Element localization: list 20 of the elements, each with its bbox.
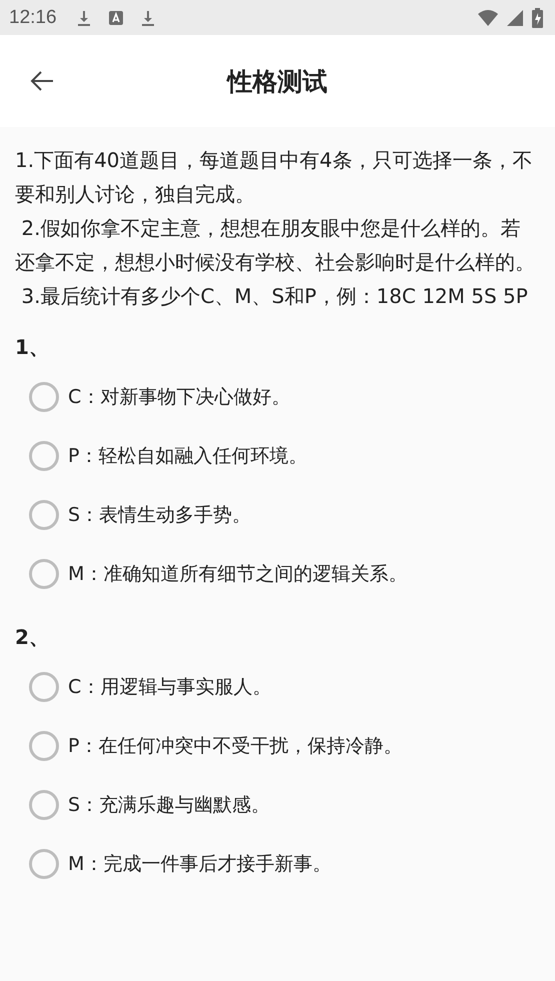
radio-option[interactable]: M：准确知道所有细节之间的逻辑关系。: [29, 544, 540, 603]
instruction-text: 1.下面有40道题目，每道题目中有4条，只可选择一条，不要和别人讨论，独自完成。: [15, 147, 534, 208]
instruction-text: 3.最后统计有多少个C、M、S和P，例：18C 12M 5S 5P: [20, 283, 529, 310]
question-number: 1、: [15, 334, 50, 361]
signal-icon: [506, 8, 524, 26]
battery-icon: [532, 8, 543, 28]
wifi-icon: [478, 8, 498, 26]
radio-option[interactable]: C：用逻辑与事实服人。: [29, 657, 540, 716]
radio-option[interactable]: P：轻松自如融入任何环境。: [29, 426, 540, 485]
back-icon[interactable]: [29, 69, 55, 93]
radio-option[interactable]: S：表情生动多手势。: [29, 485, 540, 544]
radio-option[interactable]: P：在任何冲突中不受干扰，保持冷静。: [29, 716, 540, 775]
radio-option[interactable]: C：对新事物下决心做好。: [29, 367, 540, 426]
radio-option[interactable]: S：充满乐趣与幽默感。: [29, 775, 540, 834]
font-icon: [106, 8, 125, 26]
instruction-text: 2.假如你拿不定主意，想想在朋友眼中您是什么样的。若还拿不定，想想小时候没有学校、社会影响时是什么样的。: [15, 215, 536, 276]
radio-option[interactable]: M：完成一件事后才接手新事。: [29, 834, 540, 893]
question-number: 2、: [15, 624, 50, 651]
status-time: 12:16: [9, 6, 57, 28]
page-title: 性格测试: [228, 66, 328, 98]
